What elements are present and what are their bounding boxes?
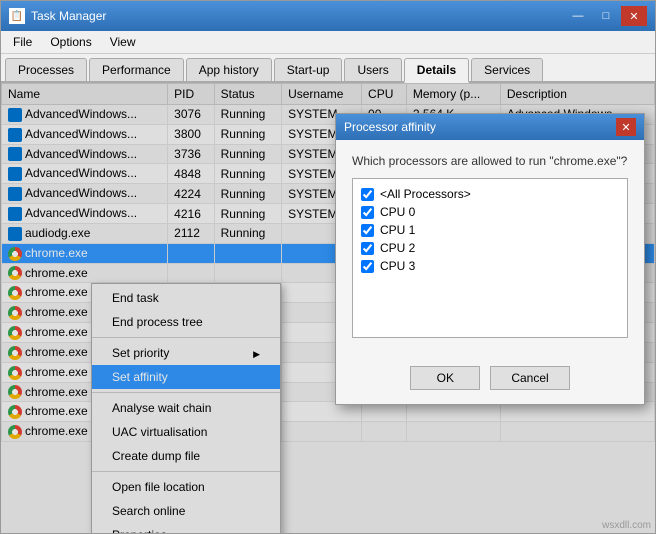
processor-item-2: CPU 1 xyxy=(361,221,619,239)
processor-label-4: CPU 3 xyxy=(380,259,415,273)
window-controls: — □ ✕ xyxy=(565,6,647,26)
dialog-close-button[interactable]: ✕ xyxy=(616,118,636,136)
tab-startup[interactable]: Start-up xyxy=(274,58,343,81)
dialog-ok-button[interactable]: OK xyxy=(410,366,480,390)
minimize-button[interactable]: — xyxy=(565,6,591,26)
processor-item-3: CPU 2 xyxy=(361,239,619,257)
dialog-footer: OK Cancel xyxy=(336,366,644,404)
maximize-button[interactable]: □ xyxy=(593,6,619,26)
dialog-cancel-button[interactable]: Cancel xyxy=(490,366,569,390)
processor-affinity-dialog: Processor affinity ✕ Which processors ar… xyxy=(335,113,645,405)
processor-label-2: CPU 1 xyxy=(380,223,415,237)
processor-label-1: CPU 0 xyxy=(380,205,415,219)
tab-app-history[interactable]: App history xyxy=(186,58,272,81)
dialog-overlay: Processor affinity ✕ Which processors ar… xyxy=(1,83,655,533)
processor-item-1: CPU 0 xyxy=(361,203,619,221)
dialog-title-bar: Processor affinity ✕ xyxy=(336,114,644,140)
dialog-question: Which processors are allowed to run "chr… xyxy=(352,154,628,168)
title-bar: 📋 Task Manager — □ ✕ xyxy=(1,1,655,31)
processor-checkbox-0[interactable] xyxy=(361,188,374,201)
menu-file[interactable]: File xyxy=(5,33,40,51)
processor-list: <All Processors> CPU 0 CPU 1 CPU 2 CPU 3 xyxy=(352,178,628,338)
processor-checkbox-1[interactable] xyxy=(361,206,374,219)
tab-performance[interactable]: Performance xyxy=(89,58,184,81)
tab-users[interactable]: Users xyxy=(344,58,401,81)
main-content: Name PID Status Username CPU Memory (p..… xyxy=(1,83,655,533)
watermark: wsxdll.com xyxy=(602,520,651,531)
title-bar-left: 📋 Task Manager xyxy=(9,8,106,24)
processor-label-0: <All Processors> xyxy=(380,187,471,201)
processor-checkbox-4[interactable] xyxy=(361,260,374,273)
processor-item-4: CPU 3 xyxy=(361,257,619,275)
tab-bar: Processes Performance App history Start-… xyxy=(1,54,655,83)
menu-options[interactable]: Options xyxy=(42,33,99,51)
tab-processes[interactable]: Processes xyxy=(5,58,87,81)
menu-view[interactable]: View xyxy=(102,33,144,51)
processor-checkbox-2[interactable] xyxy=(361,224,374,237)
menu-bar: File Options View xyxy=(1,31,655,54)
processor-label-3: CPU 2 xyxy=(380,241,415,255)
processor-item-0: <All Processors> xyxy=(361,185,619,203)
close-button[interactable]: ✕ xyxy=(621,6,647,26)
dialog-body: Which processors are allowed to run "chr… xyxy=(336,140,644,366)
tab-details[interactable]: Details xyxy=(404,58,469,83)
dialog-title: Processor affinity xyxy=(344,120,436,134)
window-title: Task Manager xyxy=(31,9,106,23)
processor-checkbox-3[interactable] xyxy=(361,242,374,255)
app-icon: 📋 xyxy=(9,8,25,24)
task-manager-window: 📋 Task Manager — □ ✕ File Options View P… xyxy=(0,0,656,534)
tab-services[interactable]: Services xyxy=(471,58,543,81)
